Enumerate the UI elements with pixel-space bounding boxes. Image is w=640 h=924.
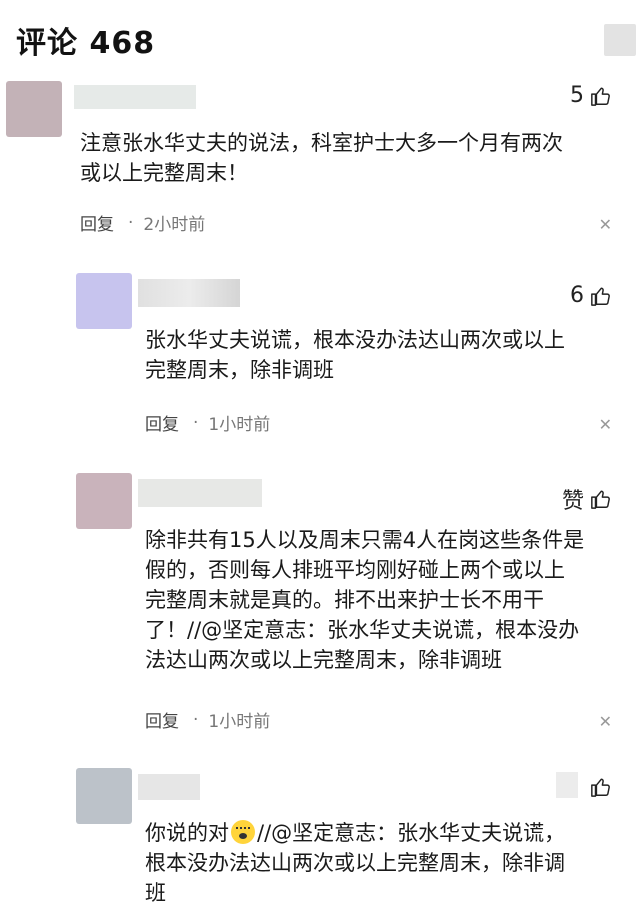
- thumbs-up-icon: [591, 286, 610, 306]
- timestamp: 2小时前: [143, 215, 206, 235]
- like-label: 赞: [561, 489, 584, 514]
- comments-header: 评论 468: [0, 0, 640, 75]
- like-button[interactable]: 6: [570, 283, 612, 308]
- comment-text-line: 除非共有15人以及周末只需4人在岗这些条件是: [145, 528, 585, 552]
- separator-dot: ·: [193, 709, 199, 730]
- timestamp: 1小时前: [208, 712, 271, 732]
- comment-text-line: 张水华丈夫说谎，根本没办法达山两次或以上: [145, 328, 565, 352]
- comment-text-line: 完整周末，除非调班: [145, 358, 334, 382]
- comment-text: 你说的对 //@坚定意志：张水华丈夫说谎， 根本没办法达山两次或以上完整周末，除非…: [145, 818, 565, 908]
- separator-dot: ·: [193, 412, 199, 433]
- comment-text-line: 班: [145, 881, 166, 905]
- like-button[interactable]: [570, 776, 612, 798]
- comment-text: 张水华丈夫说谎，根本没办法达山两次或以上 完整周末，除非调班: [145, 325, 565, 385]
- close-icon[interactable]: ✕: [599, 712, 612, 731]
- comment-text-line: 了！//@坚定意志：张水华丈夫说谎，根本没办: [145, 618, 580, 642]
- comment-item: 6 张水华丈夫说谎，根本没办法达山两次或以上 完整周末，除非调班 回复 · 1小…: [0, 265, 640, 455]
- avatar[interactable]: [76, 768, 132, 824]
- comment-text-line: 或以上完整周末！: [80, 161, 248, 185]
- comment-item: 你说的对 //@坚定意志：张水华丈夫说谎， 根本没办法达山两次或以上完整周末，除非…: [0, 760, 640, 924]
- emoji-icon: [231, 820, 255, 844]
- username-masked[interactable]: [138, 279, 240, 307]
- username-masked[interactable]: [138, 774, 200, 800]
- thumbs-up-icon: [591, 86, 610, 106]
- close-icon[interactable]: ✕: [599, 215, 612, 234]
- comment-text: 注意张水华丈夫的说法，科室护士大多一个月有两次 或以上完整周末！: [80, 128, 563, 188]
- separator-dot: ·: [128, 212, 134, 233]
- comment-item: 赞 除非共有15人以及周末只需4人在岗这些条件是 假的，否则每人排班平均刚好碰上…: [0, 465, 640, 755]
- close-icon[interactable]: ✕: [599, 415, 612, 434]
- timestamp: 1小时前: [208, 415, 271, 435]
- comment-text-line: 法达山两次或以上完整周末，除非调班: [145, 648, 502, 672]
- reply-button[interactable]: 回复: [80, 210, 114, 235]
- username-masked[interactable]: [138, 479, 262, 507]
- comments-title: 评论 468: [16, 26, 156, 61]
- avatar[interactable]: [6, 81, 62, 137]
- comment-text-line: 你说的对 //@坚定意志：张水华丈夫说谎，: [145, 818, 565, 848]
- like-count: 6: [570, 283, 584, 308]
- comment-text-line: 假的，否则每人排班平均刚好碰上两个或以上: [145, 558, 565, 582]
- thumbs-up-icon: [591, 778, 610, 797]
- comment-text: 除非共有15人以及周末只需4人在岗这些条件是 假的，否则每人排班平均刚好碰上两个…: [145, 525, 584, 675]
- thumbs-up-icon: [591, 490, 610, 509]
- comment-text-part: //@坚定意志：张水华丈夫说谎，: [257, 821, 566, 845]
- comment-item: 5 注意张水华丈夫的说法，科室护士大多一个月有两次 或以上完整周末！ 回复 · …: [0, 75, 640, 255]
- username-masked[interactable]: [74, 85, 196, 109]
- comment-text-line: 根本没办法达山两次或以上完整周末，除非调: [145, 851, 565, 875]
- comment-text-part: 你说的对: [145, 821, 229, 845]
- comment-meta: 回复 · 1小时前: [145, 707, 271, 733]
- like-button[interactable]: 赞: [562, 483, 612, 515]
- comment-text-line: 注意张水华丈夫的说法，科室护士大多一个月有两次: [80, 131, 563, 155]
- reply-button[interactable]: 回复: [145, 410, 179, 435]
- comment-text-line: 完整周末就是真的。排不出来护士长不用干: [145, 588, 544, 612]
- comment-meta: 回复 · 1小时前: [145, 410, 271, 436]
- comment-meta: 回复 · 2小时前: [80, 210, 206, 236]
- reply-button[interactable]: 回复: [145, 707, 179, 732]
- avatar[interactable]: [76, 273, 132, 329]
- like-button[interactable]: 5: [570, 83, 612, 108]
- close-button[interactable]: [604, 24, 636, 56]
- avatar[interactable]: [76, 473, 132, 529]
- like-count: 5: [570, 83, 584, 108]
